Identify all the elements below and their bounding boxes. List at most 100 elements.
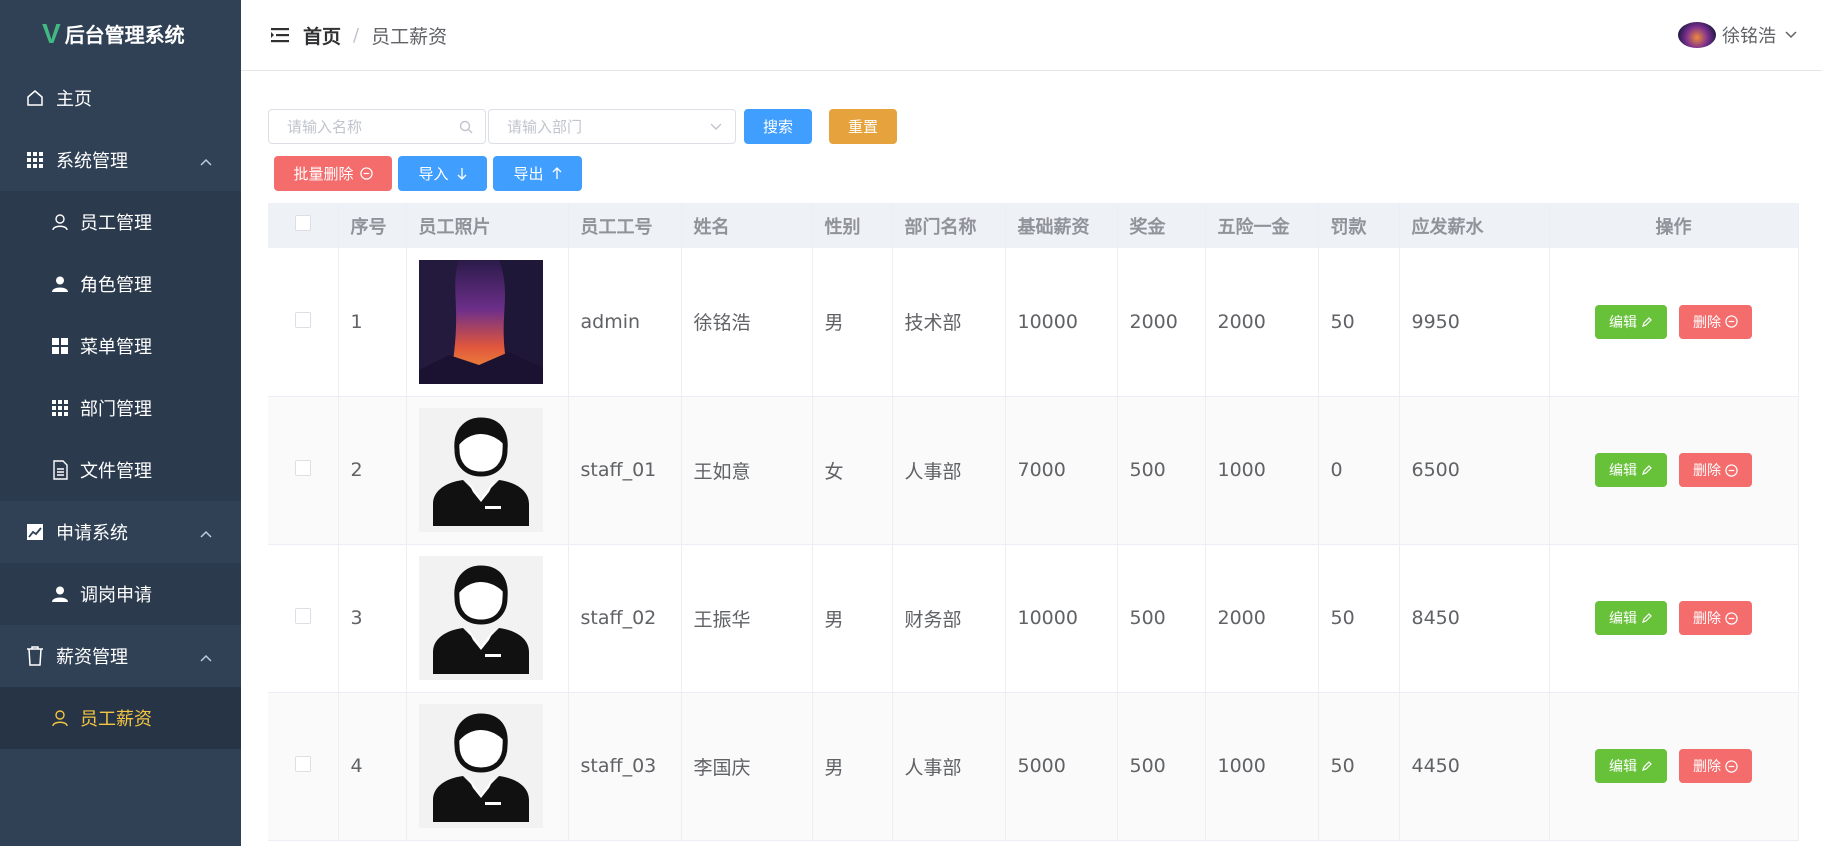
sidebar-item-employee-salary[interactable]: 员工薪资 [0,687,241,749]
delete-label: 删除 [1693,611,1722,627]
user-menu[interactable]: 徐铭浩 [1678,22,1798,48]
dept-select[interactable]: 请输入部门 [488,109,736,144]
sidebar-item-label: 调岗申请 [80,585,152,606]
insurance-cell: 2000 [1205,248,1319,397]
row-checkbox[interactable] [294,311,311,328]
edit-label: 编辑 [1608,463,1637,479]
app-logo[interactable]: V 后台管理系统 [0,0,241,67]
edit-pencil-icon [1641,316,1653,328]
sidebar-item-employee-mgmt[interactable]: 员工管理 [0,191,241,253]
search-icon [459,120,473,134]
column-header[interactable]: 部门名称 [892,203,1006,248]
sidebar-item-role-mgmt[interactable]: 角色管理 [0,253,241,315]
edit-button[interactable]: 编辑 [1594,749,1667,783]
logo-v-icon: V [42,17,61,49]
sidebar-item-label: 员工薪资 [80,709,152,730]
base-salary-cell: 10000 [1005,544,1118,693]
index-cell: 2 [338,396,407,545]
user-outline-icon [50,708,70,728]
fine-cell: 50 [1318,544,1400,693]
edit-label: 编辑 [1608,759,1637,775]
breadcrumb-current: 员工薪资 [371,25,448,48]
base-salary-cell: 5000 [1005,692,1118,841]
dept-select-placeholder: 请输入部门 [507,118,583,136]
name-cell: 李国庆 [681,692,813,841]
edit-pencil-icon [1641,612,1653,624]
actions-cell: 编辑 删除 [1549,396,1799,545]
minus-circle-icon [1725,463,1738,477]
select-all-cell [268,203,339,248]
column-header[interactable]: 罚款 [1318,203,1400,248]
bonus-cell: 500 [1117,692,1206,841]
row-select-cell [268,248,339,397]
search-button[interactable]: 搜索 [744,109,812,144]
row-checkbox[interactable] [294,460,311,476]
import-button[interactable]: 导入 [398,156,487,191]
sidebar-item-system[interactable]: 系统管理 [0,129,241,191]
sidebar-item-file-mgmt[interactable]: 文件管理 [0,439,241,501]
employee-photo [418,408,543,532]
column-header[interactable]: 序号 [338,203,407,248]
edit-button[interactable]: 编辑 [1594,601,1667,635]
minus-circle-icon [1725,759,1738,773]
breadcrumb-separator: / [353,24,360,46]
top-header: 首页 / 员工薪资 徐铭浩 [241,0,1822,71]
avatar [1678,22,1716,48]
sidebar-item-label: 申请系统 [56,523,128,544]
row-checkbox[interactable] [294,756,311,772]
emp-no-cell: staff_03 [568,692,682,841]
home-icon [24,87,46,109]
name-cell: 王振华 [681,544,813,693]
export-label: 导出 [513,165,544,183]
sidebar-item-home[interactable]: 主页 [0,67,241,129]
edit-button[interactable]: 编辑 [1594,453,1667,487]
column-header[interactable]: 性别 [812,203,893,248]
minus-circle-icon [1725,611,1738,625]
column-header[interactable]: 应发薪水 [1399,203,1550,248]
name-cell: 徐铭浩 [681,248,813,397]
sidebar-item-menu-mgmt[interactable]: 菜单管理 [0,315,241,377]
export-button[interactable]: 导出 [493,156,582,191]
batch-delete-button[interactable]: 批量删除 [274,156,392,191]
delete-button[interactable]: 删除 [1679,304,1753,339]
base-salary-cell: 10000 [1005,248,1118,397]
emp-no-cell: admin [568,248,682,397]
breadcrumb-home[interactable]: 首页 [303,22,341,49]
column-header[interactable]: 员工照片 [406,203,569,248]
edit-button[interactable]: 编辑 [1594,304,1667,339]
sidebar-item-label: 角色管理 [80,275,152,296]
column-header[interactable]: 五险一金 [1205,203,1319,248]
menu-grid-icon [50,336,70,356]
edit-label: 编辑 [1608,611,1637,627]
net-salary-cell: 9950 [1399,248,1550,397]
sidebar-item-dept-mgmt[interactable]: 部门管理 [0,377,241,439]
select-all-checkbox[interactable] [294,215,311,231]
bulk-actions: 批量删除 导入 导出 [274,156,582,191]
column-header[interactable]: 基础薪资 [1005,203,1118,248]
user-solid-icon [50,274,70,294]
delete-button[interactable]: 删除 [1679,749,1753,783]
dept-cell: 人事部 [892,692,1006,841]
sidebar-item-salary[interactable]: 薪资管理 [0,625,241,687]
row-checkbox[interactable] [294,608,311,624]
sidebar-item-label: 主页 [56,89,92,110]
name-search-input[interactable]: 请输入名称 [268,109,486,144]
sidebar-item-label: 菜单管理 [80,337,152,358]
sidebar-item-transfer-apply[interactable]: 调岗申请 [0,563,241,625]
insurance-cell: 1000 [1205,692,1319,841]
minus-circle-icon [359,167,373,180]
column-header[interactable]: 员工工号 [568,203,682,248]
chevron-up-icon [199,151,213,172]
sidebar-item-application[interactable]: 申请系统 [0,501,241,563]
minus-circle-icon [1725,315,1738,328]
column-header[interactable]: 奖金 [1117,203,1206,248]
photo-cell [406,544,569,693]
row-select-cell [268,544,339,693]
table-row: 1 admin 徐铭浩 男 技术部 10000 2000 2000 50 995… [268,248,1799,397]
index-cell: 1 [338,248,407,397]
reset-button[interactable]: 重置 [829,109,897,144]
delete-button[interactable]: 删除 [1679,453,1753,487]
delete-button[interactable]: 删除 [1679,601,1753,635]
menu-toggle-icon[interactable] [271,27,289,43]
column-header[interactable]: 姓名 [681,203,813,248]
